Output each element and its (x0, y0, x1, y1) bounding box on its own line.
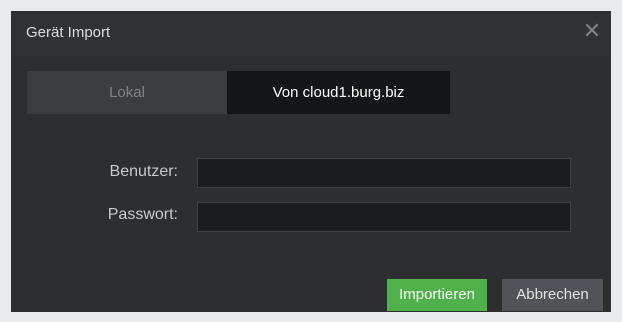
password-label: Passwort: (107, 206, 178, 223)
dialog-titlebar: Gerät Import ✕ (11, 11, 611, 56)
tab-local[interactable]: Lokal (27, 71, 227, 114)
cancel-button[interactable]: Abbrechen (502, 279, 603, 311)
dialog-title: Gerät Import (26, 24, 111, 41)
username-field[interactable] (197, 158, 571, 188)
import-dialog: Gerät Import ✕ Lokal Von cloud1.burg.biz… (11, 11, 611, 312)
tab-cloud[interactable]: Von cloud1.burg.biz (227, 71, 450, 114)
username-label: Benutzer: (109, 163, 178, 180)
import-button[interactable]: Importieren (387, 279, 487, 311)
password-field[interactable] (197, 202, 571, 232)
close-icon[interactable]: ✕ (580, 19, 604, 43)
